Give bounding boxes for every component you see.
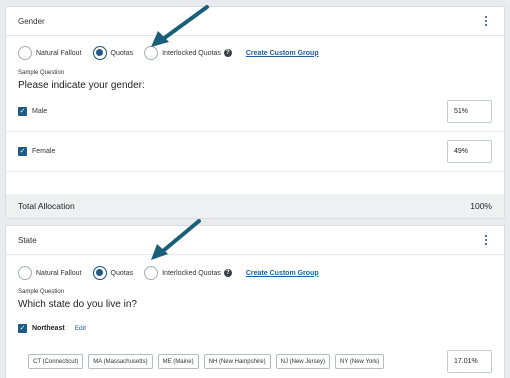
checkmark-icon: ✓ [19, 108, 26, 115]
create-custom-group-link[interactable]: Create Custom Group [246, 50, 319, 57]
interlocked-quotas-label: Interlocked Quotas [162, 49, 221, 57]
question-text: Which state do you live in? [18, 299, 137, 310]
checkmark-icon: ✓ [19, 148, 26, 155]
state-card: State Natural Fallout Quotas Interlocked… [5, 225, 505, 378]
female-checkbox[interactable]: ✓ [18, 147, 27, 156]
sample-question-label: Sample Question [18, 289, 65, 295]
sample-question-label: Sample Question [18, 70, 65, 76]
state-chip: NJ (New Jersey) [275, 354, 330, 369]
answer-label: Female [32, 148, 56, 155]
northeast-checkbox[interactable]: ✓ [18, 324, 27, 333]
quotas-label: Quotas [110, 49, 134, 57]
state-chip: ME (Maine) [157, 354, 199, 369]
interlocked-quotas-radio[interactable] [144, 46, 159, 60]
quotas-label: Quotas [110, 269, 134, 277]
help-icon[interactable]: ? [223, 269, 232, 277]
question-text: Please indicate your gender: [18, 80, 145, 91]
total-allocation-row: Total Allocation 100% [6, 194, 504, 218]
region-name: Northeast [32, 325, 65, 332]
state-chip: NY (New York) [334, 354, 385, 369]
create-custom-group-link[interactable]: Create Custom Group [246, 270, 319, 277]
total-allocation-label: Total Allocation [18, 201, 75, 211]
natural-fallout-radio[interactable] [18, 46, 32, 60]
gender-card: Gender Natural Fallout Quotas Interlocke… [5, 6, 505, 219]
quotas-radio[interactable] [92, 46, 107, 60]
kebab-menu-icon[interactable] [480, 233, 492, 247]
state-chip: CT (Connecticut) [28, 354, 84, 369]
card-title: Gender [18, 16, 45, 26]
state-chip: NH (New Hampshire) [203, 354, 271, 369]
total-allocation-value: 100% [470, 201, 492, 211]
edit-region-link[interactable]: Edit [75, 325, 86, 332]
card-title: State [18, 235, 37, 245]
answer-row-female: ✓ Female 49% [6, 132, 504, 172]
region-row-northeast: ✓ Northeast Edit [6, 324, 504, 333]
northeast-percent-input[interactable]: 17.01% [447, 350, 492, 373]
card-header: Gender [6, 7, 504, 36]
male-percent-input[interactable]: 51% [447, 100, 492, 123]
natural-fallout-label: Natural Fallout [36, 49, 82, 57]
answer-row-male: ✓ Male 51% [6, 92, 504, 132]
male-checkbox[interactable]: ✓ [18, 107, 27, 116]
allocation-mode-group: Natural Fallout Quotas Interlocked Quota… [6, 43, 504, 63]
natural-fallout-radio[interactable] [18, 266, 32, 280]
quotas-radio[interactable] [92, 266, 107, 280]
state-chips-row: CT (Connecticut) MA (Massachusetts) ME (… [28, 350, 492, 373]
interlocked-quotas-label: Interlocked Quotas [162, 269, 221, 277]
answer-label: Male [32, 108, 48, 115]
checkmark-icon: ✓ [19, 325, 26, 332]
state-chip: MA (Massachusetts) [88, 354, 153, 369]
help-icon[interactable]: ? [223, 49, 232, 57]
kebab-menu-icon[interactable] [480, 14, 492, 28]
interlocked-quotas-radio[interactable] [144, 266, 159, 280]
card-header: State [6, 226, 504, 255]
female-percent-input[interactable]: 49% [447, 140, 492, 163]
natural-fallout-label: Natural Fallout [36, 269, 82, 277]
allocation-mode-group: Natural Fallout Quotas Interlocked Quota… [6, 263, 504, 283]
